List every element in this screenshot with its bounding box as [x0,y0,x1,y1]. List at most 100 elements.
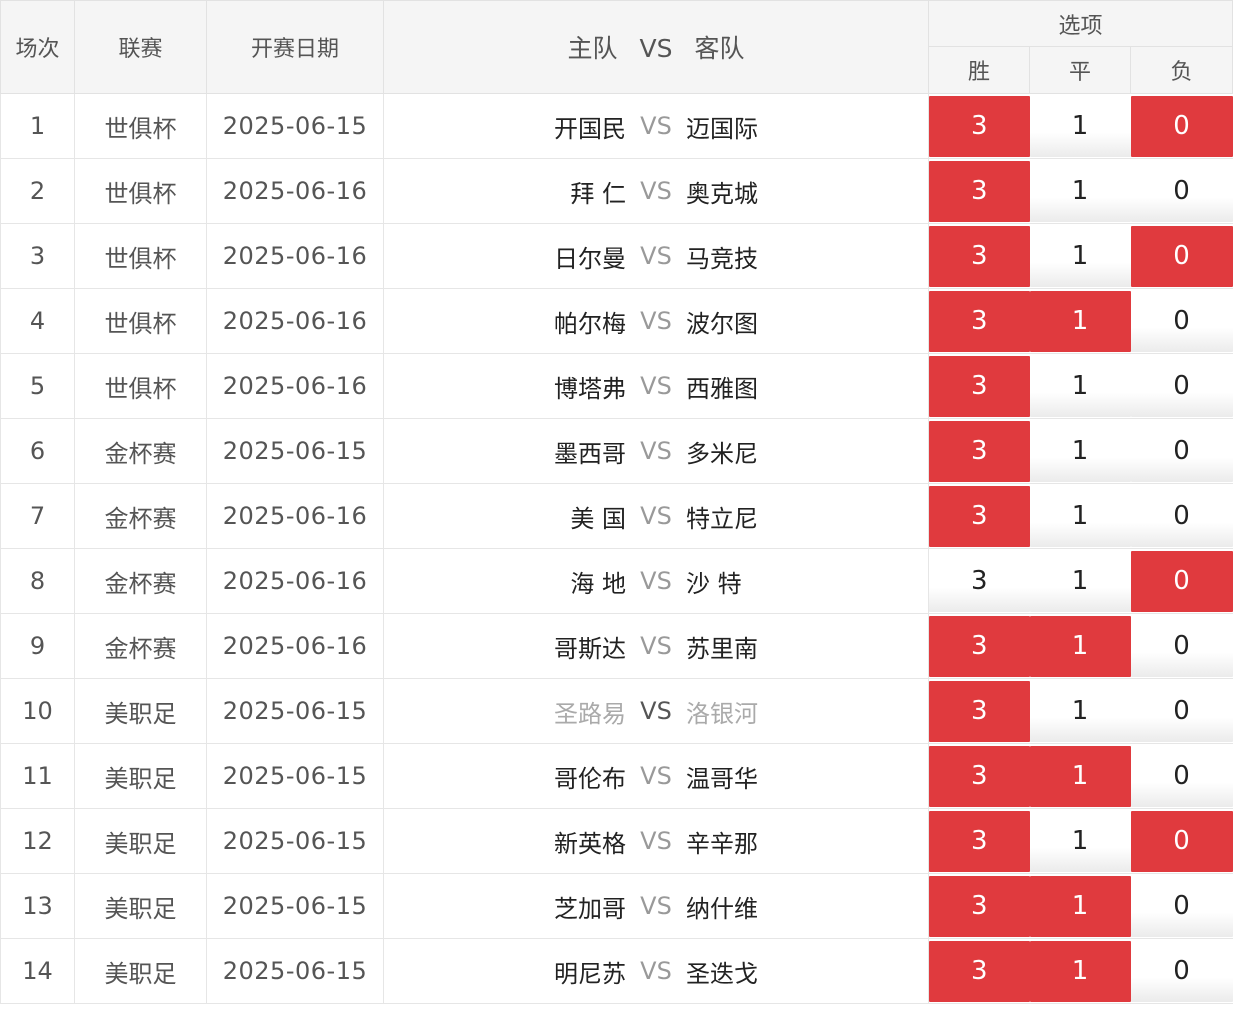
match-row: 5 世俱杯 2025-06-16 博塔弗 VS 西雅图 3 1 0 [0,353,1233,419]
option-draw-button[interactable]: 1 [1029,420,1131,482]
option-lose-button[interactable]: 0 [1130,810,1233,872]
option-win-button[interactable]: 3 [929,680,1030,742]
option-lose-button[interactable]: 0 [1130,680,1233,742]
vs-label: VS [640,827,672,855]
match-teams: 新英格 VS 辛辛那 [383,808,929,874]
option-lose-button[interactable]: 0 [1130,420,1233,482]
match-date: 2025-06-15 [206,873,384,939]
option-lose-button[interactable]: 0 [1130,550,1233,612]
header-away: 客队 [694,34,745,63]
match-teams-inner: 明尼苏 VS 圣迭戈 [384,954,928,989]
option-lose-button[interactable]: 0 [1130,355,1233,417]
option-win-button[interactable]: 3 [929,550,1030,612]
match-number: 14 [0,938,75,1004]
option-win-button[interactable]: 3 [929,355,1030,417]
option-draw-cell: 1 [1029,483,1131,549]
vs-label: VS [640,437,672,465]
header-num: 场次 [0,0,75,94]
away-team: 纳什维 [686,894,758,923]
option-lose-button[interactable]: 0 [1130,875,1233,937]
match-number: 13 [0,873,75,939]
match-teams: 日尔曼 VS 马竞技 [383,223,929,289]
option-win-cell: 3 [928,808,1030,874]
away-team: 洛银河 [686,699,758,728]
match-number: 2 [0,158,75,224]
league-name: 金杯赛 [74,483,207,549]
option-lose-button[interactable]: 0 [1130,225,1233,287]
option-draw-button[interactable]: 1 [1029,225,1131,287]
option-win-button[interactable]: 3 [929,95,1030,157]
option-draw-button[interactable]: 1 [1029,810,1131,872]
option-draw-cell: 1 [1029,223,1131,289]
option-draw-button[interactable]: 1 [1029,355,1131,417]
header-draw: 平 [1029,46,1131,94]
option-lose-cell: 0 [1130,743,1233,809]
option-win-cell: 3 [928,353,1030,419]
option-win-button[interactable]: 3 [929,160,1030,222]
option-draw-cell: 1 [1029,873,1131,939]
option-win-cell: 3 [928,548,1030,614]
option-lose-cell: 0 [1130,678,1233,744]
vs-label: VS [640,762,672,790]
option-win-button[interactable]: 3 [929,615,1030,677]
option-draw-button[interactable]: 1 [1029,290,1131,352]
match-teams: 博塔弗 VS 西雅图 [383,353,929,419]
option-lose-cell: 0 [1130,808,1233,874]
away-team: 沙 特 [686,569,742,598]
home-team: 拜 仁 [570,179,626,208]
match-row: 2 世俱杯 2025-06-16 拜 仁 VS 奥克城 3 1 0 [0,158,1233,224]
match-date: 2025-06-16 [206,548,384,614]
option-draw-cell: 1 [1029,158,1131,224]
option-draw-button[interactable]: 1 [1029,745,1131,807]
option-win-button[interactable]: 3 [929,225,1030,287]
option-draw-cell: 1 [1029,743,1131,809]
away-team: 西雅图 [686,374,758,403]
option-win-button[interactable]: 3 [929,810,1030,872]
option-win-button[interactable]: 3 [929,485,1030,547]
header-lose: 负 [1129,46,1234,94]
match-teams-inner: 博塔弗 VS 西雅图 [384,369,928,404]
match-teams: 帕尔梅 VS 波尔图 [383,288,929,354]
match-number: 7 [0,483,75,549]
match-row: 7 金杯赛 2025-06-16 美 国 VS 特立尼 3 1 0 [0,483,1233,549]
option-lose-button[interactable]: 0 [1130,95,1233,157]
option-draw-button[interactable]: 1 [1029,95,1131,157]
option-lose-button[interactable]: 0 [1130,940,1233,1002]
option-win-button[interactable]: 3 [929,290,1030,352]
league-name: 金杯赛 [74,548,207,614]
option-win-button[interactable]: 3 [929,420,1030,482]
option-draw-button[interactable]: 1 [1029,680,1131,742]
option-draw-button[interactable]: 1 [1029,875,1131,937]
option-win-button[interactable]: 3 [929,940,1030,1002]
home-team: 新英格 [554,829,626,858]
match-date: 2025-06-15 [206,93,384,159]
option-lose-button[interactable]: 0 [1130,485,1233,547]
option-draw-button[interactable]: 1 [1029,615,1131,677]
match-teams: 哥伦布 VS 温哥华 [383,743,929,809]
option-win-button[interactable]: 3 [929,875,1030,937]
option-win-button[interactable]: 3 [929,745,1030,807]
option-draw-button[interactable]: 1 [1029,550,1131,612]
option-win-cell: 3 [928,938,1030,1004]
match-number: 11 [0,743,75,809]
option-lose-button[interactable]: 0 [1130,160,1233,222]
option-lose-button[interactable]: 0 [1130,290,1233,352]
match-teams: 哥斯达 VS 苏里南 [383,613,929,679]
vs-label: VS [640,177,672,205]
match-date: 2025-06-16 [206,223,384,289]
match-teams: 圣路易 VS 洛银河 [383,678,929,744]
option-draw-button[interactable]: 1 [1029,485,1131,547]
league-name: 金杯赛 [74,418,207,484]
match-teams-inner: 海 地 VS 沙 特 [384,564,928,599]
match-number: 10 [0,678,75,744]
option-lose-cell: 0 [1130,548,1233,614]
option-lose-cell: 0 [1130,93,1233,159]
option-draw-button[interactable]: 1 [1029,160,1131,222]
option-lose-button[interactable]: 0 [1130,615,1233,677]
option-draw-cell: 1 [1029,613,1131,679]
vs-label: VS [640,697,672,725]
option-lose-button[interactable]: 0 [1130,745,1233,807]
match-row: 11 美职足 2025-06-15 哥伦布 VS 温哥华 3 1 0 [0,743,1233,809]
option-draw-button[interactable]: 1 [1029,940,1131,1002]
match-date: 2025-06-16 [206,483,384,549]
